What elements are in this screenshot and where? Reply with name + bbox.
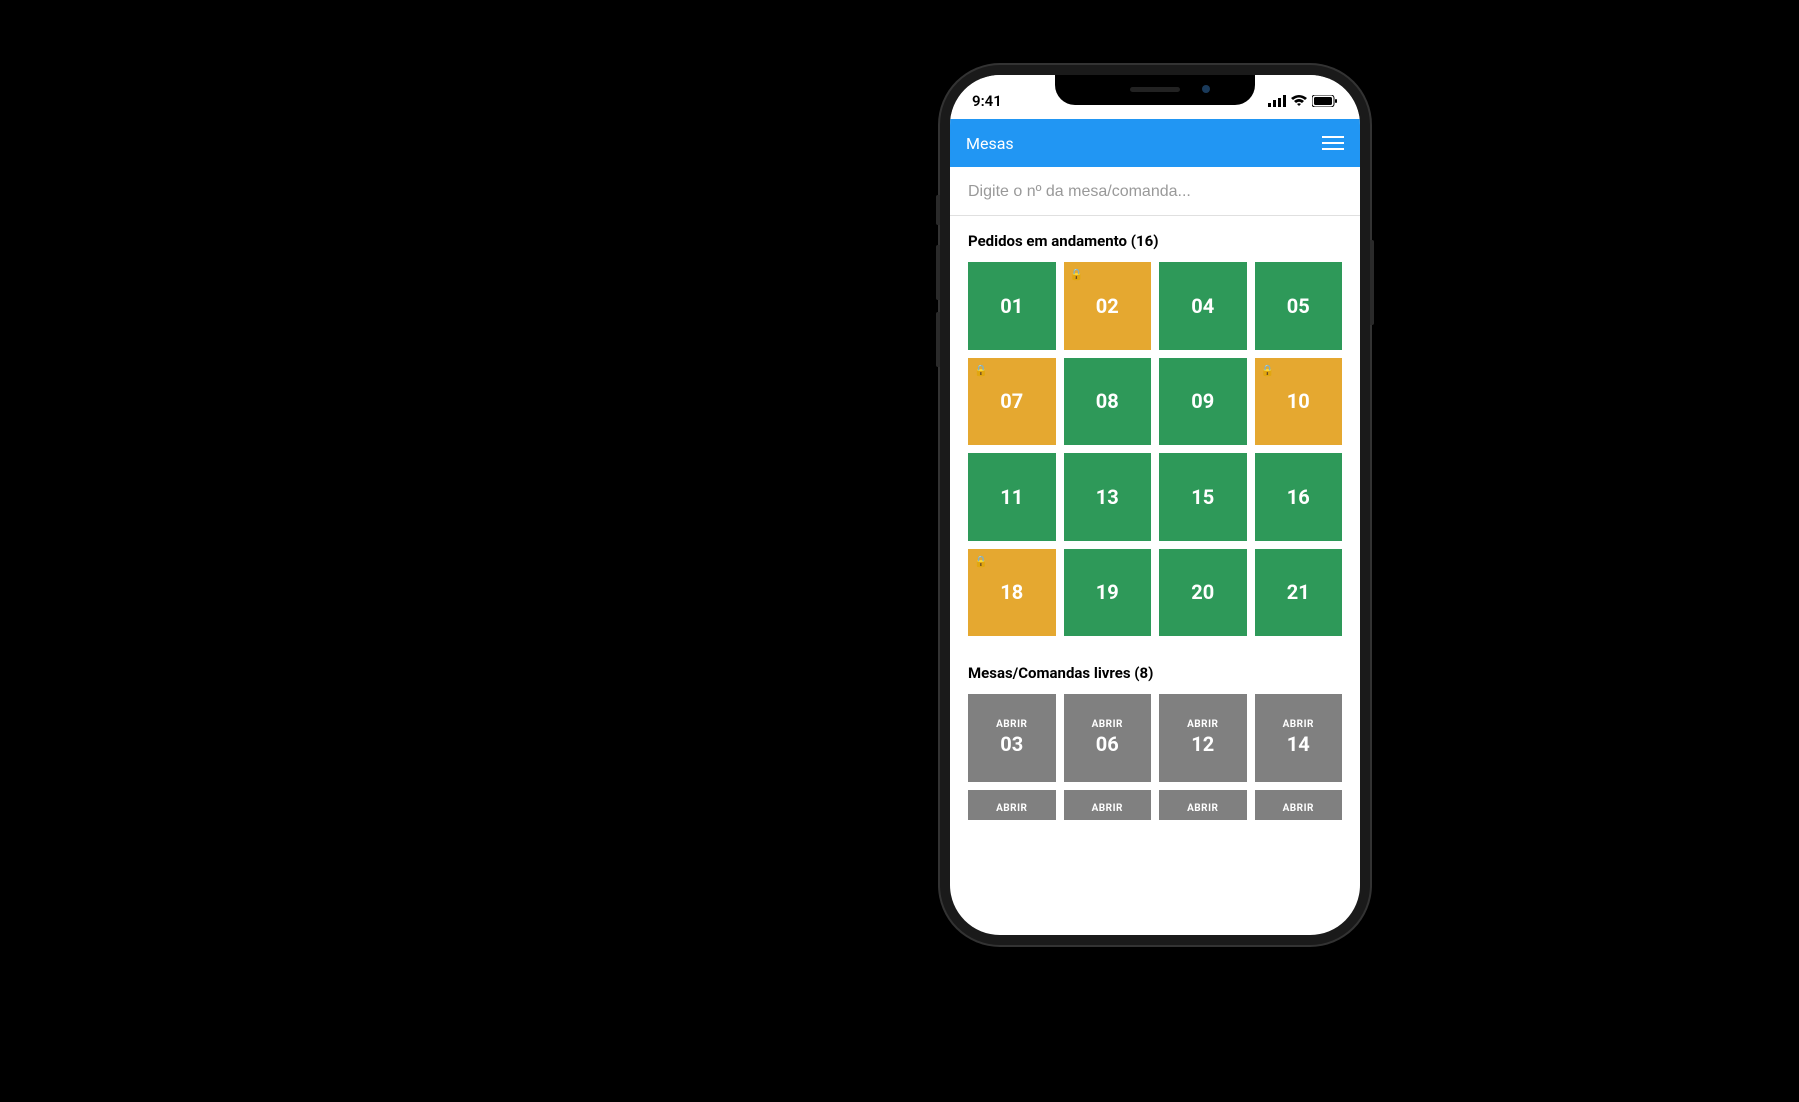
tile-number: 03 — [1000, 732, 1023, 756]
free-tables-grid: ABRIR 03 ABRIR 06 ABRIR 12 ABRIR 14 — [968, 694, 1342, 782]
tile-number: 11 — [1000, 485, 1023, 509]
open-label: ABRIR — [996, 719, 1027, 730]
tile-number: 21 — [1287, 580, 1310, 604]
free-table-tile-partial-1[interactable]: ABRIR — [1064, 790, 1152, 820]
tile-number: 02 — [1096, 294, 1119, 318]
mute-switch — [936, 195, 940, 225]
tile-number: 04 — [1191, 294, 1214, 318]
open-label: ABRIR — [1092, 719, 1123, 730]
status-time: 9:41 — [972, 92, 1002, 110]
table-tile-01[interactable]: 01 — [968, 262, 1056, 350]
free-table-tile-03[interactable]: ABRIR 03 — [968, 694, 1056, 782]
table-tile-13[interactable]: 13 — [1064, 453, 1152, 541]
table-tile-16[interactable]: 16 — [1255, 453, 1343, 541]
lock-icon: 🔒 — [1261, 364, 1275, 377]
open-label: ABRIR — [1187, 803, 1218, 814]
tile-number: 01 — [1000, 294, 1023, 318]
free-table-tile-partial-2[interactable]: ABRIR — [1159, 790, 1247, 820]
tile-number: 05 — [1287, 294, 1310, 318]
tile-number: 07 — [1000, 389, 1023, 413]
table-tile-11[interactable]: 11 — [968, 453, 1056, 541]
table-tile-15[interactable]: 15 — [1159, 453, 1247, 541]
tile-number: 13 — [1096, 485, 1119, 509]
tile-number: 16 — [1287, 485, 1310, 509]
tile-number: 15 — [1191, 485, 1214, 509]
wifi-icon — [1291, 92, 1307, 111]
tile-number: 06 — [1096, 732, 1119, 756]
free-table-tile-partial-0[interactable]: ABRIR — [968, 790, 1056, 820]
tile-number: 19 — [1096, 580, 1119, 604]
search-area — [950, 167, 1360, 216]
tile-number: 18 — [1000, 580, 1023, 604]
power-button — [1370, 240, 1374, 325]
open-label: ABRIR — [1187, 719, 1218, 730]
search-input[interactable] — [968, 183, 1342, 201]
tile-number: 09 — [1191, 389, 1214, 413]
table-tile-20[interactable]: 20 — [1159, 549, 1247, 637]
tile-number: 10 — [1287, 389, 1310, 413]
battery-icon — [1312, 92, 1338, 111]
table-tile-08[interactable]: 08 — [1064, 358, 1152, 446]
phone-screen: 9:41 Mesas P — [950, 75, 1360, 935]
free-table-tile-06[interactable]: ABRIR 06 — [1064, 694, 1152, 782]
table-tile-09[interactable]: 09 — [1159, 358, 1247, 446]
content-area[interactable]: Pedidos em andamento (16) 01 🔒 02 04 05 🔒 07 08… — [950, 216, 1360, 935]
lock-icon: 🔒 — [1070, 268, 1084, 281]
open-label: ABRIR — [1092, 803, 1123, 814]
table-tile-05[interactable]: 05 — [1255, 262, 1343, 350]
table-tile-19[interactable]: 19 — [1064, 549, 1152, 637]
lock-icon: 🔒 — [974, 364, 988, 377]
tile-number: 08 — [1096, 389, 1119, 413]
open-label: ABRIR — [1283, 803, 1314, 814]
free-tables-title: Mesas/Comandas livres (8) — [968, 664, 1342, 682]
tile-number: 20 — [1191, 580, 1214, 604]
table-tile-21[interactable]: 21 — [1255, 549, 1343, 637]
side-buttons-left — [936, 195, 940, 379]
table-tile-10[interactable]: 🔒 10 — [1255, 358, 1343, 446]
free-table-tile-partial-3[interactable]: ABRIR — [1255, 790, 1343, 820]
signal-icon — [1268, 92, 1286, 111]
in-progress-grid: 01 🔒 02 04 05 🔒 07 08 09 🔒 10 11 13 15 16 🔒 18 19 20 21 — [968, 262, 1342, 636]
table-tile-04[interactable]: 04 — [1159, 262, 1247, 350]
open-label: ABRIR — [996, 803, 1027, 814]
in-progress-title: Pedidos em andamento (16) — [968, 232, 1342, 250]
page-title: Mesas — [966, 134, 1014, 153]
menu-icon[interactable] — [1322, 136, 1344, 150]
phone-frame: 9:41 Mesas P — [940, 65, 1370, 945]
volume-down-button — [936, 312, 940, 367]
table-tile-07[interactable]: 🔒 07 — [968, 358, 1056, 446]
tile-number: 12 — [1191, 732, 1214, 756]
status-icons — [1268, 92, 1338, 111]
tile-number: 14 — [1287, 732, 1310, 756]
free-table-tile-14[interactable]: ABRIR 14 — [1255, 694, 1343, 782]
lock-icon: 🔒 — [974, 555, 988, 568]
volume-up-button — [936, 245, 940, 300]
free-tables-grid-row2: ABRIR ABRIR ABRIR ABRIR — [968, 790, 1342, 820]
table-tile-02[interactable]: 🔒 02 — [1064, 262, 1152, 350]
side-buttons-right — [1370, 240, 1374, 325]
open-label: ABRIR — [1283, 719, 1314, 730]
free-table-tile-12[interactable]: ABRIR 12 — [1159, 694, 1247, 782]
phone-notch — [1055, 75, 1255, 105]
table-tile-18[interactable]: 🔒 18 — [968, 549, 1056, 637]
app-header: Mesas — [950, 119, 1360, 167]
